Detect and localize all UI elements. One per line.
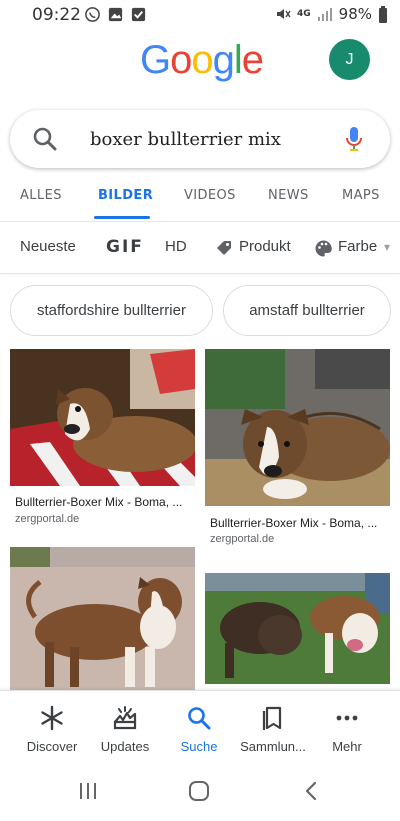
result-source-2: zergportal.de bbox=[210, 533, 275, 545]
search-tabs: ALLES BILDER VIDEOS NEWS MAPS bbox=[0, 176, 400, 222]
tab-news[interactable]: NEWS bbox=[268, 188, 309, 203]
active-tab-indicator bbox=[94, 216, 150, 219]
chip-amstaff[interactable]: amstaff bullterrier bbox=[223, 285, 391, 336]
updates-icon bbox=[113, 706, 137, 730]
search-icon bbox=[188, 707, 211, 730]
gallery-icon bbox=[108, 7, 123, 22]
microphone-icon[interactable] bbox=[344, 125, 364, 153]
nav-sammlungen[interactable]: Sammlun... bbox=[233, 691, 313, 763]
filter-neueste[interactable]: Neueste bbox=[20, 238, 76, 255]
network-label: 4G bbox=[297, 8, 311, 19]
nav-updates[interactable]: Updates bbox=[85, 691, 165, 763]
image-result-1[interactable] bbox=[10, 349, 195, 486]
palette-icon bbox=[315, 240, 332, 257]
image-result-4[interactable] bbox=[205, 573, 390, 684]
checkbox-icon bbox=[131, 7, 146, 22]
home-icon[interactable] bbox=[188, 780, 210, 802]
status-right: 4G 98% bbox=[275, 5, 388, 23]
bottom-navigation: Discover Updates Suche Sammlun... Mehr bbox=[0, 690, 400, 762]
google-logo[interactable]: Google bbox=[140, 38, 264, 83]
tab-alles[interactable]: ALLES bbox=[20, 188, 62, 203]
chip-staffordshire[interactable]: staffordshire bullterrier bbox=[10, 285, 213, 336]
farbe-dropdown-icon: ▾ bbox=[384, 240, 391, 254]
result-image bbox=[205, 349, 390, 506]
result-image bbox=[205, 573, 390, 684]
filter-hd[interactable]: HD bbox=[165, 238, 187, 255]
image-result-3[interactable] bbox=[10, 547, 195, 690]
search-icon[interactable] bbox=[32, 126, 58, 152]
status-bar: 09:22 4G 98% bbox=[0, 0, 400, 30]
result-source-1: zergportal.de bbox=[15, 513, 80, 525]
battery-icon bbox=[379, 5, 387, 23]
result-caption-1[interactable]: Bullterrier-Boxer Mix - Boma, ... bbox=[15, 495, 182, 509]
collections-icon bbox=[262, 706, 282, 730]
more-icon bbox=[336, 715, 358, 721]
filter-bar: Neueste GIF HD Produkt Farbe ▾ bbox=[0, 222, 400, 274]
signal-icon bbox=[317, 8, 332, 21]
tab-videos[interactable]: VIDEOS bbox=[184, 188, 236, 203]
mute-icon bbox=[277, 9, 291, 19]
result-caption-2[interactable]: Bullterrier-Boxer Mix - Boma, ... bbox=[210, 516, 377, 530]
nav-mehr[interactable]: Mehr bbox=[307, 691, 387, 763]
nav-suche[interactable]: Suche bbox=[159, 691, 239, 763]
filter-gif[interactable]: GIF bbox=[106, 237, 144, 257]
account-avatar[interactable]: J bbox=[329, 39, 370, 80]
filter-farbe[interactable]: Farbe bbox=[338, 238, 377, 255]
search-query[interactable]: boxer bullterrier mix bbox=[90, 129, 281, 150]
search-box[interactable]: boxer bullterrier mix bbox=[10, 110, 390, 168]
nav-discover[interactable]: Discover bbox=[12, 691, 92, 763]
whatsapp-icon bbox=[85, 7, 100, 22]
system-navigation-bar bbox=[0, 762, 400, 821]
tab-bilder[interactable]: BILDER bbox=[98, 188, 153, 203]
filter-produkt[interactable]: Produkt bbox=[239, 238, 291, 255]
image-result-2[interactable] bbox=[205, 349, 390, 506]
back-icon[interactable] bbox=[302, 780, 320, 802]
result-image bbox=[10, 547, 195, 690]
battery-percent: 98% bbox=[338, 5, 372, 23]
asterisk-icon bbox=[41, 705, 63, 731]
tag-icon bbox=[217, 241, 231, 255]
tab-maps[interactable]: MAPS bbox=[342, 188, 380, 203]
recent-apps-icon[interactable] bbox=[77, 780, 99, 802]
status-time: 09:22 bbox=[32, 5, 81, 25]
result-image bbox=[10, 349, 195, 486]
